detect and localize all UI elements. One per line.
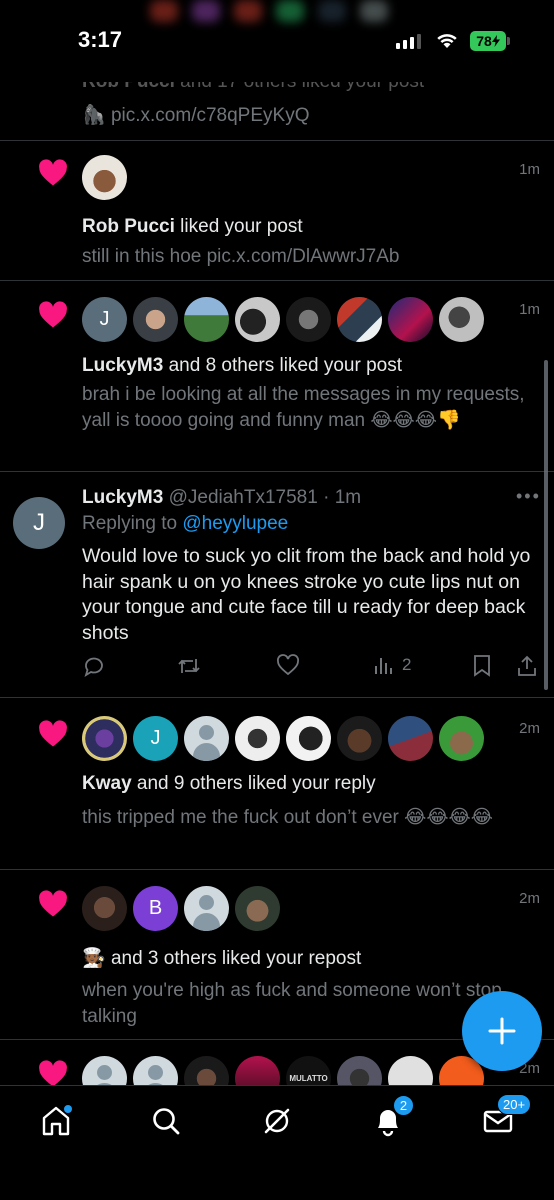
avatar[interactable] [235,297,280,342]
repost-button[interactable] [176,654,202,678]
battery-indicator: 78 [470,31,506,51]
notification-title: Kway and 9 others liked your reply [82,773,376,794]
reply-icon [84,657,103,677]
avatar[interactable] [82,716,127,761]
notification-title: 🧑🏾‍🍳 and 3 others liked your repost [82,948,362,969]
like-icon [277,654,299,676]
timestamp: 2m [519,720,540,737]
avatar[interactable] [82,155,127,200]
share-icon [518,655,536,676]
notification-item[interactable]: 1m Rob Pucci liked your post still in th… [0,141,554,281]
bottom-tab-bar: 2 20+ [0,1085,554,1200]
avatar[interactable] [286,716,331,761]
heart-icon [39,301,67,328]
notifications-feed[interactable]: Rob Pucci and 17 others liked your post … [0,0,554,1085]
avatar[interactable]: MULATTO [286,1056,331,1085]
notifications-badge: 2 [393,1095,414,1116]
gorilla-emoji: 🦍 [82,105,106,126]
notification-snippet: brah i be looking at all the messages in… [82,384,525,431]
more-options-icon[interactable]: ••• [516,486,541,507]
notification-item[interactable]: J 2m Kway and 9 others liked your reply … [0,698,554,870]
clock: 3:17 [78,27,123,52]
search-icon [153,1108,180,1135]
cellular-signal-icon [396,34,421,49]
avatar[interactable] [337,297,382,342]
avatar[interactable] [184,886,229,931]
wifi-icon [437,34,457,48]
compose-button[interactable] [462,991,542,1071]
heart-icon [39,890,67,917]
heart-icon [39,159,67,186]
tweet-author-meta: @JediahTx17581 · 1m [163,487,362,508]
battery-cap [507,37,510,45]
avatar[interactable] [388,1056,433,1085]
avatar[interactable] [235,886,280,931]
tab-notifications[interactable]: 2 [363,1095,414,1141]
replying-to: Replying to @heyylupee [82,513,289,534]
avatar[interactable] [184,297,229,342]
bookmark-button[interactable] [472,654,492,678]
avatar[interactable] [133,1056,178,1085]
charging-bolt-icon [491,35,500,47]
tab-home[interactable] [31,1101,81,1141]
avatar[interactable] [184,1056,229,1085]
timestamp: 1m [519,161,540,178]
tweet-avatar[interactable]: J [13,497,65,549]
tab-messages[interactable]: 20+ [473,1094,532,1141]
views-icon [375,658,392,674]
notification-item[interactable]: J 1m LuckyM3 and 8 others liked your pos… [0,281,554,472]
notification-snippet: 🦍 pic.x.com/c78qPEyKyQ [82,105,310,126]
notification-snippet: this tripped me the fuck out don’t ever … [82,807,493,828]
avatar[interactable] [235,1056,280,1085]
like-button[interactable] [276,654,300,676]
notification-snippet: still in this hoe pic.x.com/DlAwwrJ7Ab [82,246,400,267]
reply-button[interactable] [82,654,106,678]
battery-level: 78 [476,33,492,49]
avatar[interactable]: B [133,886,178,931]
views-button[interactable]: 2 [374,654,411,676]
plus-icon [488,1017,516,1045]
tweet-author-name[interactable]: LuckyM3 [82,487,163,508]
timestamp: 2m [519,890,540,907]
avatar[interactable] [439,716,484,761]
grok-icon [264,1108,290,1134]
avatar[interactable] [235,716,280,761]
replying-to-handle[interactable]: @heyylupee [182,513,288,534]
views-count: 2 [402,655,412,674]
home-new-dot [63,1104,73,1114]
share-button[interactable] [516,654,538,678]
scrollbar[interactable] [544,360,548,690]
repost-icon [178,659,200,673]
avatar[interactable] [133,297,178,342]
chef-emoji: 🧑🏾‍🍳 [82,948,106,969]
avatar[interactable] [82,1056,127,1085]
tab-search[interactable] [141,1101,191,1141]
timestamp: 1m [519,301,540,318]
heart-icon [39,1060,67,1085]
notification-title: Rob Pucci liked your post [82,216,303,237]
avatar[interactable] [337,1056,382,1085]
tweet-actions: 2 [82,654,542,682]
avatar[interactable] [82,886,127,931]
avatar[interactable] [439,297,484,342]
avatar[interactable] [388,716,433,761]
status-bar: 3:17 78 [0,0,554,82]
bookmark-icon [474,655,490,677]
notification-title: LuckyM3 and 8 others liked your post [82,355,403,376]
tweet-text: Would love to suck yo clit from the back… [82,545,531,644]
avatar[interactable]: J [82,297,127,342]
heart-icon [39,720,67,747]
avatar[interactable] [184,716,229,761]
tweet-header: LuckyM3 @JediahTx17581 · 1m [82,485,361,511]
tab-grok[interactable] [252,1101,302,1141]
status-bar-blurred-icons [150,0,410,40]
avatar[interactable]: J [133,716,178,761]
avatar[interactable] [337,716,382,761]
avatar[interactable] [286,297,331,342]
messages-badge: 20+ [497,1094,532,1115]
avatar[interactable] [388,297,433,342]
